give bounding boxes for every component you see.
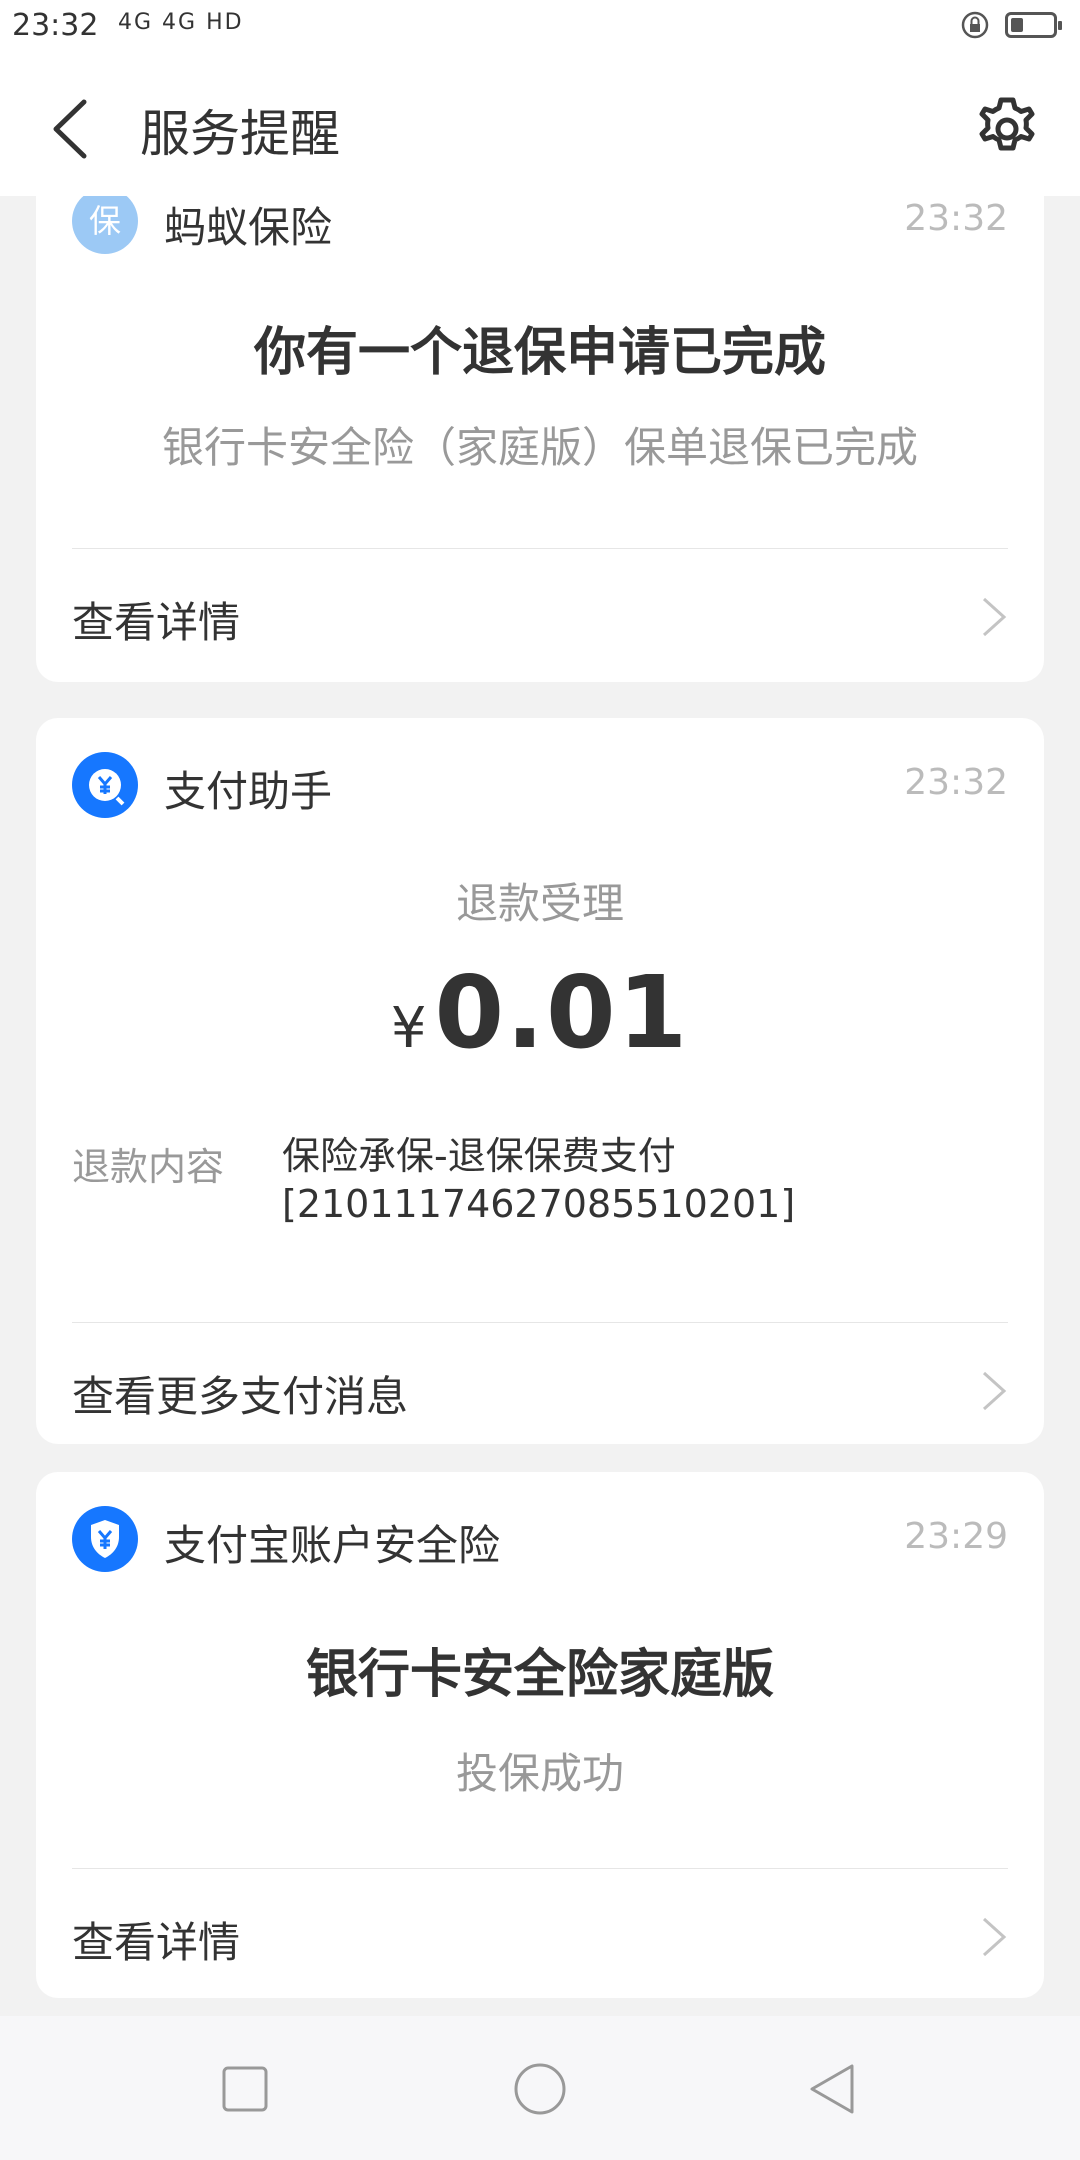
card-headline: 银行卡安全险家庭版 bbox=[305, 1645, 774, 1705]
currency-symbol: ¥ bbox=[390, 996, 427, 1061]
card-sender: 支付助手 bbox=[164, 767, 333, 816]
chevron-right-icon bbox=[982, 1371, 1007, 1411]
notification-card-insurance: 保 蚂蚁保险 23:32 你有一个退保申请已完成 银行卡安全险（家庭版）保单退保… bbox=[36, 196, 1044, 682]
battery-icon bbox=[1005, 12, 1062, 38]
back-icon[interactable] bbox=[800, 2056, 866, 2122]
link-label: 查看详情 bbox=[72, 1918, 241, 1967]
insurance-icon: 保 bbox=[72, 196, 138, 254]
refund-content-line1: 保险承保-退保保费支付 bbox=[282, 1134, 676, 1178]
payment-assistant-icon bbox=[72, 752, 138, 818]
account-insurance-icon bbox=[72, 1506, 138, 1572]
message-list[interactable]: 保 蚂蚁保险 23:32 你有一个退保申请已完成 银行卡安全险（家庭版）保单退保… bbox=[0, 196, 1080, 2016]
system-navigation-bar bbox=[0, 2016, 1080, 2160]
recent-apps-icon[interactable] bbox=[212, 2056, 278, 2122]
link-label: 查看更多支付消息 bbox=[72, 1372, 409, 1421]
battery-level bbox=[1011, 18, 1023, 32]
card-headline: 你有一个退保申请已完成 bbox=[253, 323, 826, 383]
view-details-link[interactable]: 查看详情 bbox=[36, 1869, 1044, 1998]
signal-indicators: 4G 4G HD bbox=[118, 10, 244, 35]
notification-card-account-insurance: 支付宝账户安全险 23:29 银行卡安全险家庭版 投保成功 查看详情 bbox=[36, 1472, 1044, 1998]
refund-content-label: 退款内容 bbox=[72, 1145, 225, 1189]
card-time: 23:29 bbox=[904, 1516, 1008, 1557]
status-bar: 23:32 4G 4G HD bbox=[0, 0, 1080, 56]
notification-card-payment: 支付助手 23:32 退款受理 ¥0.01 退款内容 保险承保-退保保费支付 [… bbox=[36, 718, 1044, 1444]
view-more-payments-link[interactable]: 查看更多支付消息 bbox=[36, 1323, 1044, 1444]
yuan-coin-icon bbox=[89, 769, 125, 806]
gear-icon[interactable] bbox=[972, 94, 1042, 164]
screen: 23:32 4G 4G HD 服务提醒 保 蚂蚁保险 23:32 你有一个退保申… bbox=[0, 0, 1080, 2160]
card-header: 保 蚂蚁保险 23:32 bbox=[36, 196, 1044, 288]
card-time: 23:32 bbox=[904, 762, 1008, 803]
refund-content-line2: [2101117462708551020​1] bbox=[282, 1182, 796, 1226]
refund-content-value: 保险承保-退保保费支付 [2101117462708551020​1] bbox=[282, 1132, 1002, 1228]
view-details-link[interactable]: 查看详情 bbox=[36, 549, 1044, 679]
chevron-right-icon bbox=[982, 597, 1007, 637]
card-header: 支付宝账户安全险 23:29 bbox=[36, 1506, 1044, 1606]
status-time: 23:32 bbox=[12, 8, 99, 43]
rotation-lock-icon bbox=[961, 11, 989, 39]
card-subline: 银行卡安全险（家庭版）保单退保已完成 bbox=[161, 423, 918, 472]
refund-amount: ¥0.01 bbox=[36, 954, 1044, 1071]
navigation-bar: 服务提醒 bbox=[0, 56, 1080, 196]
card-time: 23:32 bbox=[904, 198, 1008, 239]
card-sender: 支付宝账户安全险 bbox=[164, 1521, 501, 1570]
page-title: 服务提醒 bbox=[140, 105, 340, 163]
card-sender: 蚂蚁保险 bbox=[164, 203, 333, 252]
shield-yuan-icon bbox=[91, 1520, 119, 1558]
back-arrow-icon[interactable] bbox=[44, 94, 100, 164]
chevron-right-icon bbox=[982, 1917, 1007, 1957]
link-label: 查看详情 bbox=[72, 598, 241, 647]
card-header: 支付助手 23:32 bbox=[36, 752, 1044, 852]
card-subline: 投保成功 bbox=[455, 1749, 624, 1798]
home-icon[interactable] bbox=[507, 2056, 573, 2122]
amount-value: 0.01 bbox=[434, 954, 690, 1071]
refund-status: 退款受理 bbox=[455, 879, 624, 928]
